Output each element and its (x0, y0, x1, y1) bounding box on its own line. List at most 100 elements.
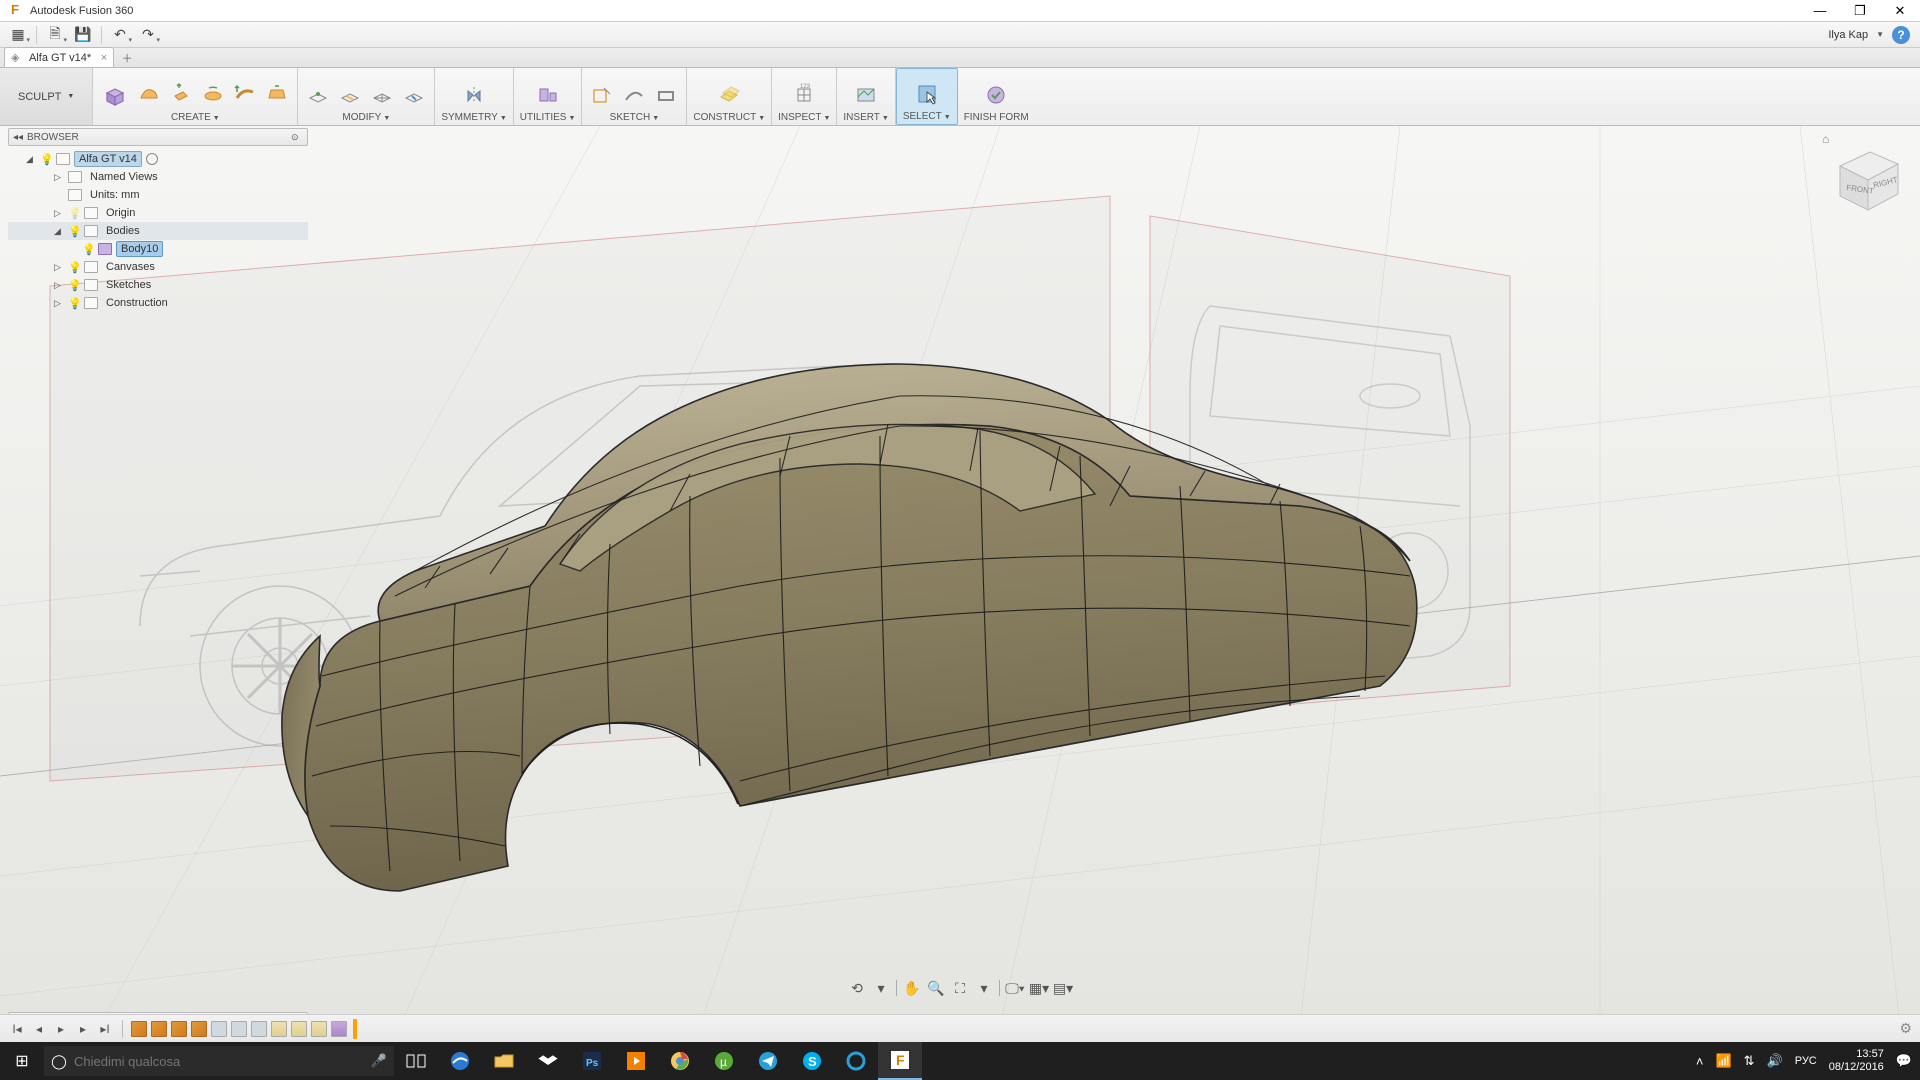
taskbar-media[interactable] (614, 1042, 658, 1080)
create-sweep-icon[interactable] (231, 80, 259, 108)
collapse-icon[interactable]: ◂◂ (13, 132, 23, 143)
timeline-forward-button[interactable]: ▸ (74, 1020, 92, 1038)
user-name[interactable]: Ilya Kap (1828, 29, 1868, 41)
pin-icon[interactable]: ⊙ (291, 132, 303, 143)
timeline-feature-form[interactable] (331, 1021, 347, 1037)
expand-icon[interactable]: ▷ (54, 280, 64, 291)
visibility-icon[interactable]: 💡 (82, 243, 94, 256)
home-view-icon[interactable]: ⌂ (1822, 132, 1829, 146)
tree-sketches[interactable]: ▷ 💡 Sketches (8, 276, 308, 294)
tspline-body[interactable] (260, 336, 1470, 956)
view-cube[interactable]: ⌂ FRONT RIGHT (1820, 130, 1910, 220)
create-face-icon[interactable] (135, 80, 163, 108)
timeline-feature-plane[interactable] (311, 1021, 327, 1037)
zoom-window-button[interactable]: ▾ (973, 978, 995, 998)
tree-units[interactable]: ▷ Units: mm (8, 186, 308, 204)
save-button[interactable]: 💾 (70, 24, 96, 46)
timeline-feature-canvas[interactable] (151, 1021, 167, 1037)
utilities-group[interactable]: UTILITIES▼ (514, 68, 583, 125)
timeline-back-button[interactable]: ◂ (30, 1020, 48, 1038)
taskbar-telegram[interactable] (746, 1042, 790, 1080)
microphone-icon[interactable]: 🎤 (364, 1053, 394, 1069)
create-revolve-icon[interactable] (199, 80, 227, 108)
fit-button[interactable]: ⛶ (949, 978, 971, 998)
visibility-icon[interactable]: 💡 (68, 279, 80, 292)
expand-icon[interactable]: ◢ (54, 226, 64, 237)
sketch-group[interactable]: SKETCH▼ (582, 68, 687, 125)
create-extrude-icon[interactable] (167, 80, 195, 108)
expand-icon[interactable]: ◢ (26, 154, 36, 165)
taskbar-fusion[interactable]: F (878, 1042, 922, 1080)
timeline-start-button[interactable]: I◂ (8, 1020, 26, 1038)
timeline-end-button[interactable]: ▸I (96, 1020, 114, 1038)
sketch-line-icon[interactable] (620, 82, 648, 110)
minimize-button[interactable]: — (1800, 0, 1840, 22)
timeline-feature-plane[interactable] (291, 1021, 307, 1037)
workspace-switcher[interactable]: SCULPT▼ (0, 68, 93, 125)
timeline-feature-sketch[interactable] (231, 1021, 247, 1037)
expand-icon[interactable]: ▷ (54, 172, 64, 183)
tree-construction[interactable]: ▷ 💡 Construction (8, 294, 308, 312)
subdivide-icon[interactable] (368, 82, 396, 110)
timeline-feature-sketch[interactable] (251, 1021, 267, 1037)
new-tab-button[interactable]: ＋ (116, 49, 138, 67)
tray-notifications-icon[interactable]: 💬 (1896, 1053, 1912, 1069)
construct-plane-icon[interactable] (713, 80, 745, 110)
cortana-search[interactable]: ◯ 🎤 (44, 1046, 394, 1076)
user-menu-arrow[interactable]: ▼ (1876, 30, 1884, 39)
inspect-icon[interactable]: 123 (788, 80, 820, 110)
timeline-feature-plane[interactable] (271, 1021, 287, 1037)
symmetry-icon[interactable] (458, 80, 490, 110)
tree-origin[interactable]: ▷ 💡 Origin (8, 204, 308, 222)
grid-settings-button[interactable]: ▦▾ (1028, 978, 1050, 998)
symmetry-group[interactable]: SYMMETRY▼ (435, 68, 513, 125)
timeline-settings-button[interactable]: ⚙ (1899, 1020, 1912, 1037)
insert-decal-icon[interactable] (850, 80, 882, 110)
timeline-marker[interactable] (353, 1019, 357, 1039)
visibility-icon[interactable]: 💡 (68, 297, 80, 310)
tray-language[interactable]: РУС (1795, 1055, 1817, 1067)
tree-canvases[interactable]: ▷ 💡 Canvases (8, 258, 308, 276)
sketch-create-icon[interactable] (588, 82, 616, 110)
pan-button[interactable]: ✋ (901, 978, 923, 998)
tree-root[interactable]: ◢ 💡 Alfa GT v14 (8, 150, 308, 168)
help-button[interactable]: ? (1892, 26, 1910, 44)
create-box-icon[interactable] (99, 80, 131, 110)
merge-edge-icon[interactable] (400, 82, 428, 110)
timeline-feature-sketch[interactable] (211, 1021, 227, 1037)
sketch-rect-icon[interactable] (652, 82, 680, 110)
tree-bodies[interactable]: ◢ 💡 Bodies (8, 222, 308, 240)
document-tab[interactable]: ◈ Alfa GT v14* × (4, 47, 114, 67)
taskbar-cortana-app[interactable] (834, 1042, 878, 1080)
expand-icon[interactable]: ▷ (54, 208, 64, 219)
visibility-icon[interactable]: 💡 (40, 153, 52, 166)
tray-wifi-icon[interactable]: ⇅ (1744, 1053, 1755, 1069)
finish-form-icon[interactable] (980, 80, 1012, 110)
tray-chevron-icon[interactable]: ˄ (1696, 1054, 1704, 1069)
insert-group[interactable]: INSERT▼ (837, 68, 895, 125)
taskbar-dropbox[interactable] (526, 1042, 570, 1080)
visibility-icon[interactable]: 💡 (68, 225, 80, 238)
undo-button[interactable]: ↶▾ (107, 24, 133, 46)
activate-icon[interactable] (146, 153, 158, 165)
viewport[interactable]: ◂◂ BROWSER ⊙ ◢ 💡 Alfa GT v14 ▷ Named Vie… (0, 126, 1920, 1036)
create-group[interactable]: CREATE▼ (93, 68, 298, 125)
viewport-layout-button[interactable]: ▤▾ (1052, 978, 1074, 998)
close-tab-button[interactable]: × (101, 52, 107, 64)
search-input[interactable] (74, 1054, 364, 1069)
timeline-feature-canvas[interactable] (171, 1021, 187, 1037)
display-settings-button[interactable]: 🖵▾ (1004, 978, 1026, 998)
construct-group[interactable]: CONSTRUCT▼ (687, 68, 772, 125)
look-at-button[interactable]: ▾ (870, 978, 892, 998)
edit-form-icon[interactable] (304, 82, 332, 110)
select-icon[interactable] (911, 79, 943, 109)
taskbar-edge[interactable] (438, 1042, 482, 1080)
modify-group[interactable]: MODIFY▼ (298, 68, 435, 125)
inspect-group[interactable]: 123 INSPECT▼ (772, 68, 837, 125)
close-button[interactable]: ✕ (1880, 0, 1920, 22)
taskbar-skype[interactable]: S (790, 1042, 834, 1080)
timeline-play-button[interactable]: ▸ (52, 1020, 70, 1038)
zoom-button[interactable]: 🔍 (925, 978, 947, 998)
browser-header[interactable]: ◂◂ BROWSER ⊙ (8, 128, 308, 146)
maximize-button[interactable]: ❐ (1840, 0, 1880, 22)
